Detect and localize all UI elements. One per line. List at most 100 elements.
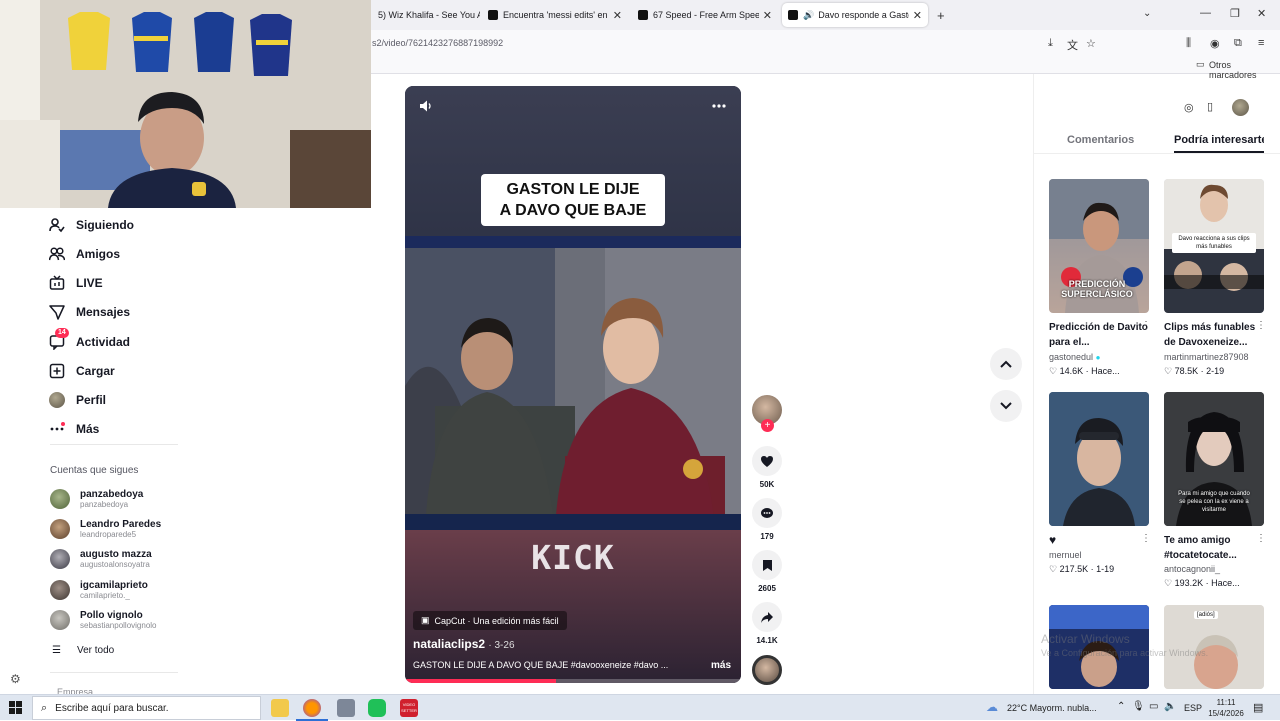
- user-avatar[interactable]: [1232, 99, 1249, 116]
- suggested-author[interactable]: martinmartinez87908: [1164, 352, 1249, 362]
- see-all-link[interactable]: ☰ Ver todo: [52, 645, 114, 656]
- app-icon[interactable]: [368, 699, 386, 717]
- minimize-icon[interactable]: —: [1200, 7, 1211, 19]
- windows-start-icon[interactable]: [9, 701, 22, 719]
- more-options-icon[interactable]: ⋮: [1256, 320, 1266, 331]
- sidebar-item-activity[interactable]: 14 Actividad: [49, 328, 130, 353]
- file-explorer-icon[interactable]: [271, 699, 289, 717]
- footer-link[interactable]: Empresa: [57, 687, 93, 694]
- translate-icon[interactable]: 文: [1067, 37, 1078, 53]
- followed-account[interactable]: Pollo vignolo sebastianpollovignolo: [50, 606, 157, 634]
- avatar: [50, 549, 70, 569]
- share-count: 14.1K: [756, 636, 778, 645]
- save-button[interactable]: 2605: [752, 550, 782, 593]
- sidebar-item-friends[interactable]: Amigos: [49, 243, 120, 265]
- next-video-button[interactable]: [990, 390, 1022, 422]
- sidebar-item-more[interactable]: Más: [49, 418, 99, 440]
- sidebar-item-live[interactable]: LIVE: [49, 272, 103, 294]
- suggested-thumbnail[interactable]: Para mi amigo que cuando se pelea con la…: [1164, 392, 1264, 526]
- followed-account[interactable]: igcamilaprieto camilaprieto._: [50, 576, 148, 604]
- share-button[interactable]: 14.1K: [752, 602, 782, 645]
- followed-account[interactable]: panzabedoya panzabedoya: [50, 485, 143, 513]
- creator-avatar-button[interactable]: +: [752, 395, 782, 432]
- title-line: A DAVO QUE BAJE: [499, 202, 647, 219]
- suggested-thumbnail[interactable]: Davo reacciona a sus clips más funables: [1164, 179, 1264, 313]
- suggested-thumbnail[interactable]: PREDICCIÓN SUPERCLÁSICO: [1049, 179, 1149, 313]
- compass-icon[interactable]: ◎: [1184, 101, 1194, 114]
- weather-text[interactable]: 22°C Mayorm. nubla...: [1007, 703, 1097, 713]
- tab-suggested[interactable]: Podría interesarte: [1174, 134, 1264, 146]
- firefox-icon[interactable]: [303, 699, 321, 717]
- star-icon[interactable]: ☆: [1086, 37, 1096, 50]
- sidebar-item-following[interactable]: Siguiendo: [49, 214, 134, 236]
- close-icon[interactable]: ✕: [909, 9, 922, 22]
- browser-tab[interactable]: 5) Wiz Khalifa - See You A ✕: [372, 3, 480, 27]
- followed-account[interactable]: Leandro Paredes leandroparede5: [50, 515, 161, 543]
- extensions-icon[interactable]: ⧉: [1234, 37, 1242, 50]
- suggested-author[interactable]: mernuel: [1049, 550, 1082, 560]
- suggested-title[interactable]: Predicción de Davito para el...: [1049, 320, 1149, 350]
- speaker-icon[interactable]: 🔈: [1164, 701, 1176, 712]
- activation-watermark-text: Ve a Configuración para activar Windows.: [1041, 648, 1209, 658]
- comment-button[interactable]: 179: [752, 498, 782, 541]
- library-icon[interactable]: ⫼: [1186, 37, 1191, 50]
- browser-tab-active[interactable]: 🔊 Davo responde a Gaston E ✕: [782, 3, 928, 27]
- video-setter-app-icon[interactable]: VIDEO SETTER: [400, 699, 418, 717]
- volume-icon[interactable]: [419, 99, 433, 116]
- url-field[interactable]: s2/video/7621423276887198992: [372, 38, 503, 48]
- account-icon[interactable]: ◉: [1210, 37, 1220, 50]
- clock[interactable]: 11:11 15/4/2026: [1206, 697, 1246, 719]
- sidebar-item-messages[interactable]: Mensajes: [49, 301, 130, 323]
- phone-icon[interactable]: ▯: [1207, 100, 1213, 113]
- restore-icon[interactable]: ❐: [1230, 7, 1240, 20]
- capcut-badge[interactable]: ▣ CapCut · Una edición más fácil: [413, 611, 567, 630]
- suggested-title[interactable]: Clips más funables de Davoxeneize...: [1164, 320, 1264, 350]
- taskbar-search-box[interactable]: ⌕ Escribe aquí para buscar.: [32, 696, 261, 720]
- suggested-thumbnail[interactable]: [adiós]: [1164, 605, 1264, 689]
- suggested-author[interactable]: antocagnonii_: [1164, 564, 1220, 574]
- more-options-icon[interactable]: ⋮: [1141, 320, 1151, 331]
- notifications-icon[interactable]: ▤: [1253, 701, 1263, 714]
- follow-plus-icon[interactable]: +: [761, 419, 774, 432]
- microphone-icon[interactable]: 🎙: [1132, 701, 1145, 712]
- more-options-icon[interactable]: ⋮: [1256, 533, 1266, 544]
- browser-tab[interactable]: Encuentra 'messi edits' en TikTo ✕: [482, 3, 628, 27]
- sidebar-item-profile[interactable]: Perfil: [49, 389, 106, 411]
- video-author[interactable]: nataliaclips2: [413, 637, 485, 651]
- close-icon[interactable]: ✕: [759, 9, 772, 22]
- battery-icon[interactable]: ▭: [1149, 701, 1158, 712]
- suggested-likes: 193.2K: [1174, 578, 1204, 588]
- sound-disc[interactable]: [752, 655, 782, 685]
- previous-video-button[interactable]: [990, 348, 1022, 380]
- settings-gear-icon[interactable]: ⚙: [10, 672, 21, 686]
- app-icon[interactable]: [337, 699, 355, 717]
- more-options-icon[interactable]: [711, 99, 727, 118]
- close-icon[interactable]: ✕: [609, 9, 622, 22]
- network-icon[interactable]: ⌃: [1117, 701, 1125, 712]
- more-options-icon[interactable]: ⋮: [1141, 533, 1151, 544]
- suggested-author-line[interactable]: gastonedul ●: [1049, 352, 1100, 362]
- caption-more-button[interactable]: más: [711, 660, 731, 671]
- new-tab-icon[interactable]: +: [937, 8, 945, 23]
- followed-account[interactable]: augusto mazza augustoalonsoyatra: [50, 545, 152, 573]
- video-player[interactable]: GASTON LE DIJE A DAVO QUE BAJE KICK ▣ Ca…: [405, 86, 741, 683]
- kick-watermark: KICK: [531, 538, 615, 577]
- heart-outline-icon: ♡: [1049, 564, 1058, 574]
- close-window-icon[interactable]: ✕: [1257, 7, 1266, 20]
- suggested-thumbnail[interactable]: [1049, 605, 1149, 689]
- tab-comments[interactable]: Comentarios: [1067, 134, 1134, 146]
- menu-icon[interactable]: ≡: [1258, 37, 1264, 49]
- heart-icon[interactable]: ♥: [1049, 533, 1056, 547]
- progress-track[interactable]: [405, 679, 741, 683]
- browser-tab[interactable]: 67 Speed - Free Arm Speed Ch ✕: [632, 3, 778, 27]
- suggested-thumbnail[interactable]: [1049, 392, 1149, 526]
- download-icon[interactable]: ⤓: [1048, 37, 1053, 50]
- like-button[interactable]: 50K: [752, 446, 782, 489]
- suggested-date: Hace...: [1091, 366, 1120, 376]
- suggested-title[interactable]: Te amo amigo #tocatetocate...: [1164, 533, 1264, 563]
- suggested-date: 2-19: [1206, 366, 1225, 376]
- language-indicator[interactable]: ESP: [1184, 703, 1202, 713]
- chevron-down-icon[interactable]: ⌄: [1143, 8, 1151, 19]
- sidebar-item-upload[interactable]: Cargar: [49, 360, 115, 382]
- weather-icon: ☁: [986, 700, 998, 714]
